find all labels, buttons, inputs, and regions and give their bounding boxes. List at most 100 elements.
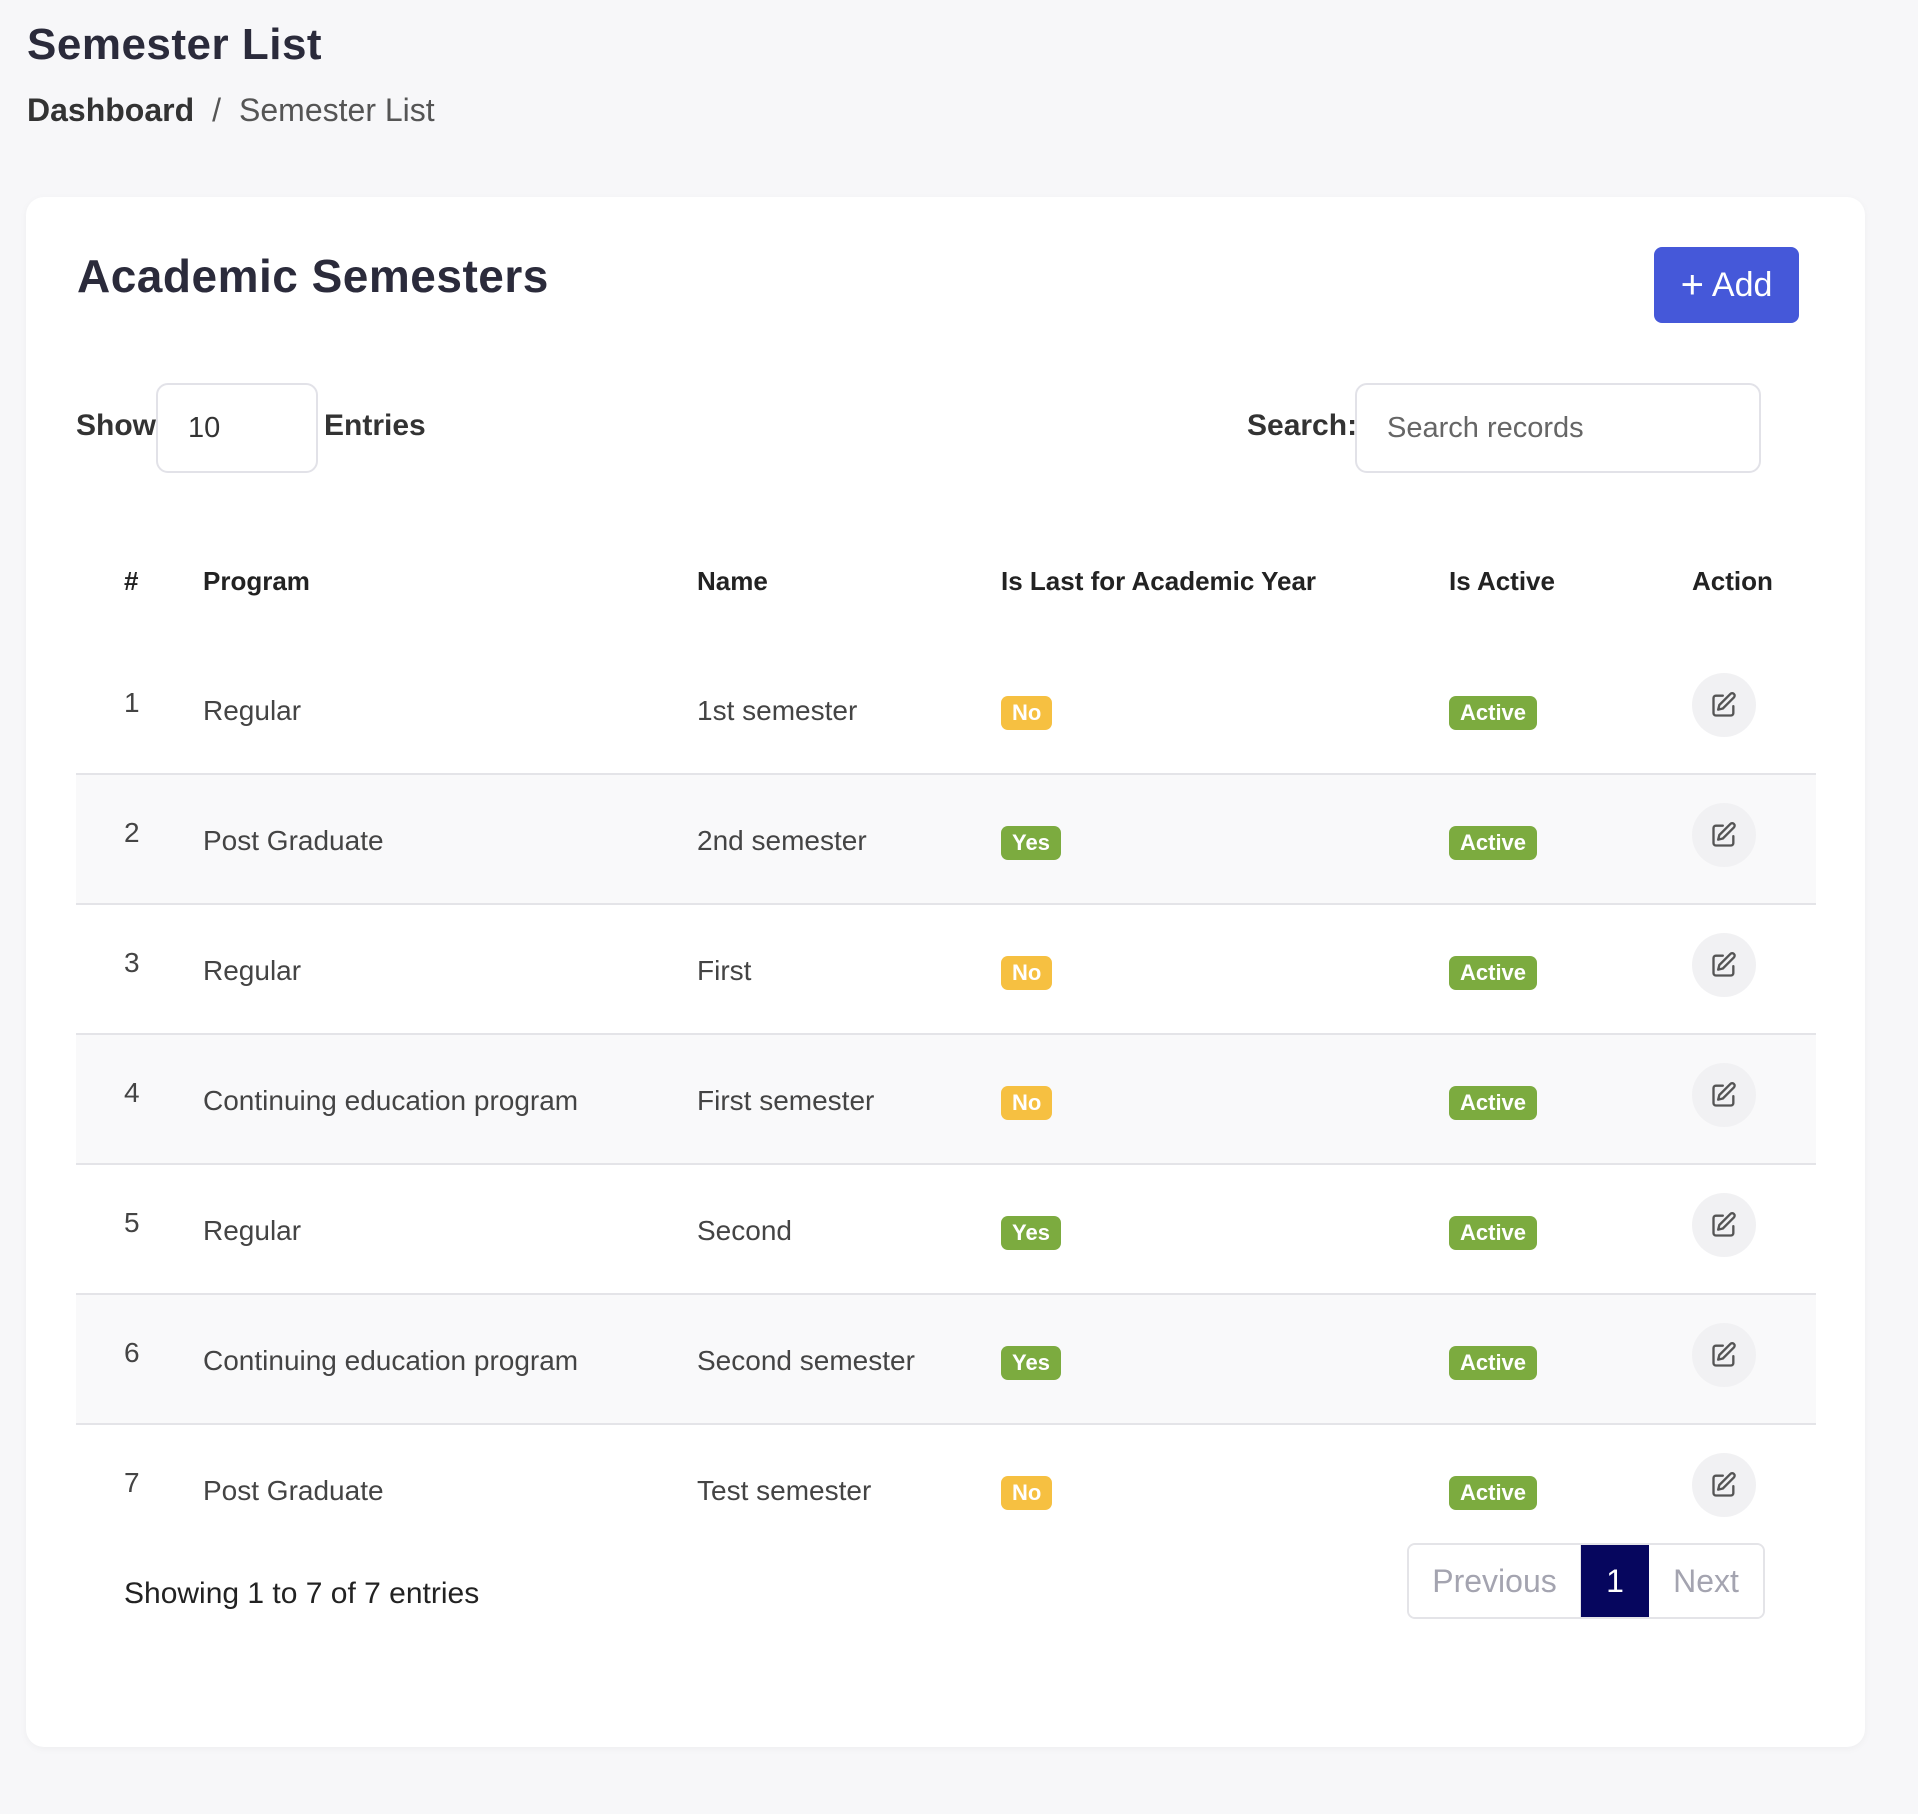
show-label: Show	[76, 409, 156, 442]
is-last-badge: Yes	[1001, 1216, 1061, 1250]
edit-button[interactable]	[1692, 933, 1756, 997]
row-program: Regular	[203, 955, 302, 986]
is-last-cell: No	[1001, 1475, 1053, 1510]
edit-button[interactable]	[1692, 1063, 1756, 1127]
is-active-cell: Active	[1449, 1215, 1538, 1250]
row-program: Post Graduate	[203, 1475, 384, 1506]
is-last-badge: No	[1001, 1086, 1053, 1120]
is-active-cell: Active	[1449, 1475, 1538, 1510]
entries-per-page-select[interactable]: 10	[156, 383, 318, 473]
add-button-label: Add	[1711, 265, 1773, 304]
row-name: Second	[697, 1215, 792, 1246]
header-name: Name	[697, 565, 768, 596]
header-is-active: Is Active	[1449, 565, 1555, 596]
status-badge: Active	[1449, 1216, 1538, 1250]
table-row: 6 Continuing education program Second seme…	[76, 1295, 1816, 1425]
status-badge: Active	[1449, 1476, 1538, 1510]
is-last-cell: Yes	[1001, 1345, 1061, 1380]
is-last-cell: No	[1001, 1085, 1053, 1120]
pagination: Previous 1 Next	[1407, 1543, 1765, 1619]
is-active-cell: Active	[1449, 695, 1538, 730]
is-last-badge: Yes	[1001, 826, 1061, 860]
header-action: Action	[1692, 565, 1773, 596]
semesters-table: # Program Name Is Last for Academic Year…	[76, 517, 1816, 1555]
is-active-cell: Active	[1449, 1345, 1538, 1380]
row-program: Post Graduate	[203, 825, 384, 856]
breadcrumb-current: Semester List	[239, 92, 435, 128]
table-row: 2 Post Graduate 2nd semester Yes Active	[76, 775, 1816, 905]
row-number: 7	[124, 1467, 140, 1498]
page-1-button[interactable]: 1	[1581, 1545, 1649, 1617]
row-program: Continuing education program	[203, 1345, 579, 1376]
search-input[interactable]	[1355, 383, 1761, 473]
is-last-badge: No	[1001, 696, 1053, 730]
is-last-cell: Yes	[1001, 1215, 1061, 1250]
breadcrumb-separator: /	[212, 92, 222, 128]
is-active-cell: Active	[1449, 1085, 1538, 1120]
showing-entries-text: Showing 1 to 7 of 7 entries	[124, 1577, 480, 1610]
edit-button[interactable]	[1692, 673, 1756, 737]
entries-per-page-value: 10	[188, 411, 221, 444]
status-badge: Active	[1449, 1086, 1538, 1120]
edit-icon	[1712, 1342, 1736, 1367]
row-name: 1st semester	[697, 695, 858, 726]
previous-page-button[interactable]: Previous	[1409, 1545, 1581, 1617]
edit-icon	[1712, 1212, 1736, 1237]
header-is-last: Is Last for Academic Year	[1001, 565, 1317, 596]
search-label: Search:	[1247, 409, 1358, 442]
table-header: # Program Name Is Last for Academic Year…	[76, 517, 1816, 645]
add-button[interactable]: + Add	[1654, 247, 1799, 323]
is-last-cell: Yes	[1001, 825, 1061, 860]
row-number: 1	[124, 687, 140, 718]
status-badge: Active	[1449, 826, 1538, 860]
row-program: Continuing education program	[203, 1085, 579, 1116]
next-page-button[interactable]: Next	[1649, 1545, 1763, 1617]
plus-icon: +	[1680, 263, 1704, 307]
table-row: 7 Post Graduate Test semester No Active	[76, 1425, 1816, 1555]
edit-button[interactable]	[1692, 1323, 1756, 1387]
entries-label: Entries	[324, 409, 426, 442]
edit-icon	[1712, 952, 1736, 977]
row-program: Regular	[203, 1215, 302, 1246]
header-number: #	[124, 565, 139, 596]
row-program: Regular	[203, 695, 302, 726]
table-row: 4 Continuing education program First semes…	[76, 1035, 1816, 1165]
header-program: Program	[203, 565, 310, 596]
edit-icon	[1712, 1472, 1736, 1497]
page-title: Semester List	[27, 20, 323, 69]
row-name: 2nd semester	[697, 825, 867, 856]
is-last-badge: Yes	[1001, 1346, 1061, 1380]
edit-button[interactable]	[1692, 803, 1756, 867]
is-active-cell: Active	[1449, 955, 1538, 990]
breadcrumb-dashboard-link[interactable]: Dashboard	[27, 92, 194, 129]
is-last-cell: No	[1001, 955, 1053, 990]
edit-button[interactable]	[1692, 1453, 1756, 1517]
edit-button[interactable]	[1692, 1193, 1756, 1257]
breadcrumb: Dashboard / Semester List	[27, 92, 435, 129]
edit-icon	[1712, 692, 1736, 717]
row-name: First semester	[697, 1085, 875, 1116]
table-row: 1 Regular 1st semester No Active	[76, 645, 1816, 775]
status-badge: Active	[1449, 956, 1538, 990]
edit-icon	[1712, 1082, 1736, 1107]
table-body: 1 Regular 1st semester No Active 2 Post Gradua…	[76, 645, 1816, 1555]
row-number: 4	[124, 1077, 140, 1108]
row-number: 6	[124, 1337, 140, 1368]
status-badge: Active	[1449, 696, 1538, 730]
row-name: Test semester	[697, 1475, 872, 1506]
row-number: 5	[124, 1207, 140, 1238]
is-active-cell: Active	[1449, 825, 1538, 860]
is-last-badge: No	[1001, 956, 1053, 990]
edit-icon	[1712, 822, 1736, 847]
semesters-card: Academic Semesters + Add Show 10 Entries…	[26, 197, 1865, 1747]
table-row: 5 Regular Second Yes Active	[76, 1165, 1816, 1295]
row-number: 3	[124, 947, 140, 978]
row-number: 2	[124, 817, 140, 848]
row-name: First	[697, 955, 752, 986]
status-badge: Active	[1449, 1346, 1538, 1380]
table-row: 3 Regular First No Active	[76, 905, 1816, 1035]
card-title: Academic Semesters	[77, 250, 549, 302]
is-last-badge: No	[1001, 1476, 1053, 1510]
is-last-cell: No	[1001, 695, 1053, 730]
row-name: Second semester	[697, 1345, 915, 1376]
